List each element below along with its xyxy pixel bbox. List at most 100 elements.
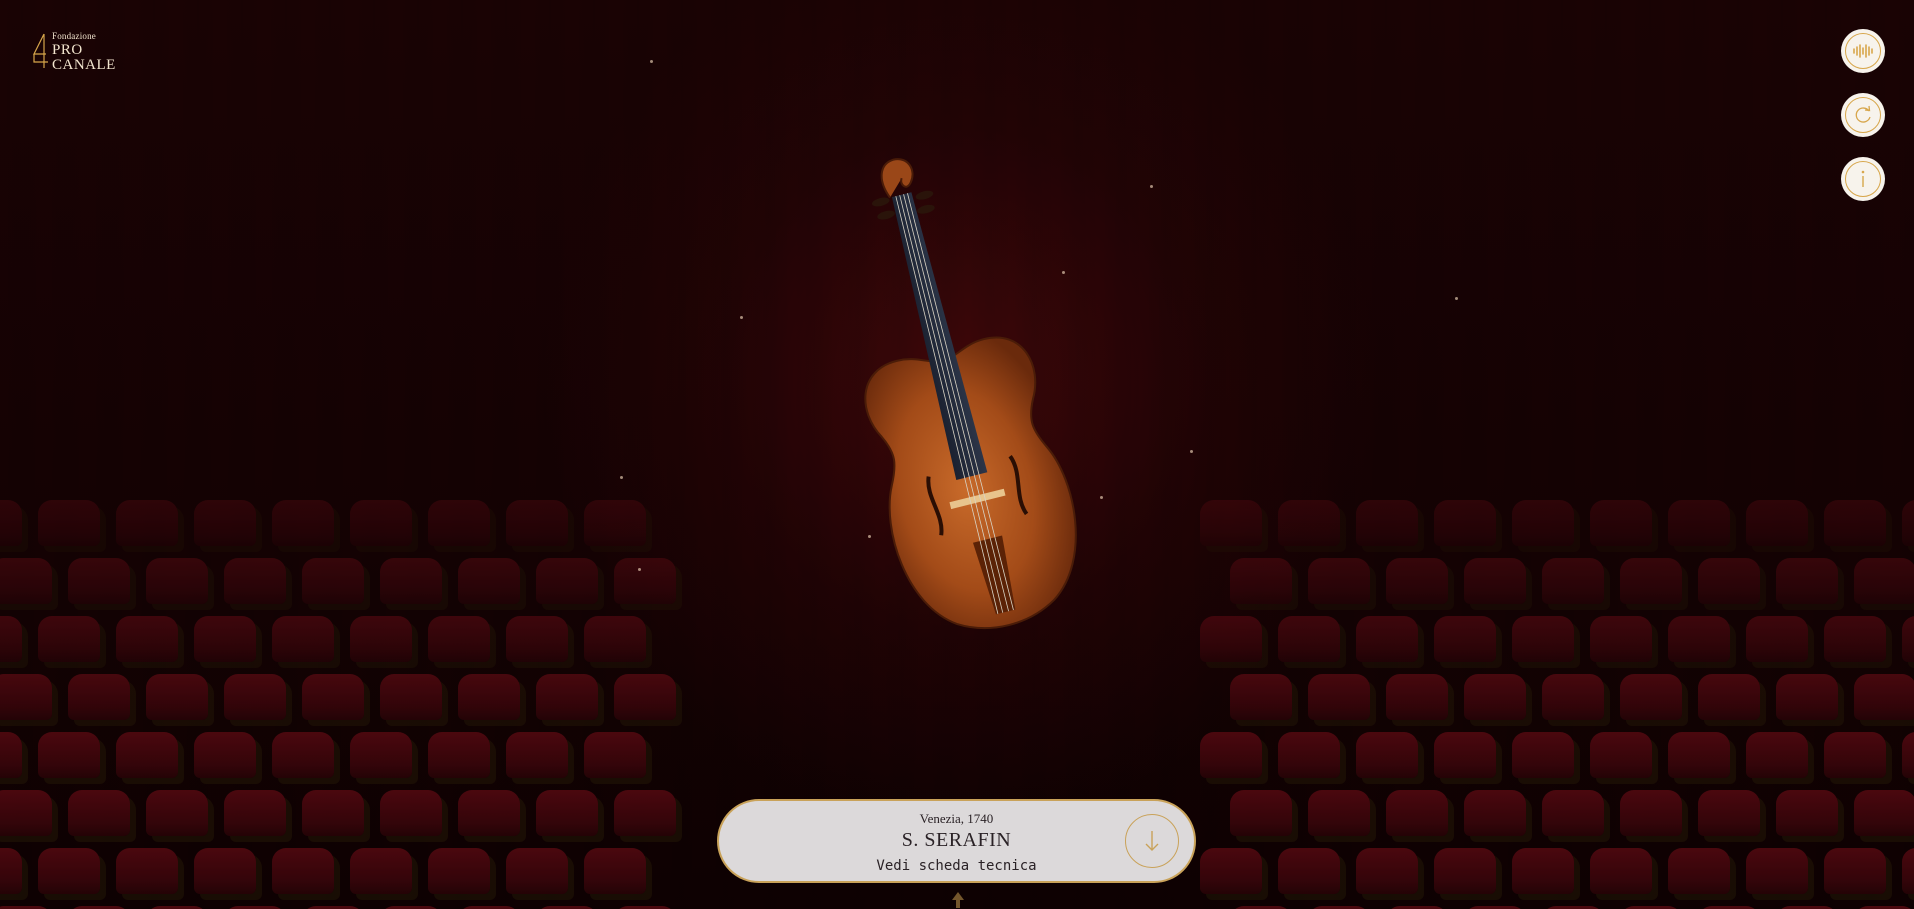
- rotate-icon: [1855, 105, 1871, 123]
- technical-sheet-link[interactable]: Vedi scheda tecnica: [719, 858, 1194, 874]
- info-button[interactable]: [1841, 157, 1885, 201]
- viewer-stage[interactable]: Fondazione PRO CANALE Venezia, 1740 S. S…: [0, 0, 1914, 909]
- sparkle: [1455, 297, 1458, 300]
- theatre-seat: [194, 732, 256, 778]
- theatre-seat: [1512, 848, 1574, 894]
- theatre-seat: [194, 500, 256, 546]
- logo[interactable]: Fondazione PRO CANALE: [30, 32, 116, 73]
- theatre-seat: [506, 616, 568, 662]
- theatre-seat: [614, 790, 676, 836]
- theatre-seat: [38, 616, 100, 662]
- theatre-seat: [1308, 674, 1370, 720]
- theatre-seat: [1434, 848, 1496, 894]
- theatre-seat: [350, 732, 412, 778]
- theatre-seat: [224, 674, 286, 720]
- theatre-seat: [116, 616, 178, 662]
- sparkle: [650, 60, 653, 63]
- audio-wave-icon: [1853, 44, 1873, 58]
- sparkle: [1150, 185, 1153, 188]
- theatre-seat: [0, 790, 52, 836]
- theatre-seat: [1278, 732, 1340, 778]
- theatre-seat: [428, 616, 490, 662]
- theatre-seat: [1308, 558, 1370, 604]
- theatre-seat: [1854, 558, 1914, 604]
- theatre-seat: [68, 790, 130, 836]
- theatre-seat: [536, 674, 598, 720]
- theatre-seat: [194, 616, 256, 662]
- theatre-seat: [0, 616, 22, 662]
- theatre-seat: [506, 848, 568, 894]
- theatre-seat: [1620, 790, 1682, 836]
- theatre-seat: [536, 790, 598, 836]
- theatre-seat: [458, 790, 520, 836]
- theatre-seat: [1278, 500, 1340, 546]
- theatre-seat: [1434, 732, 1496, 778]
- theatre-seat: [1230, 558, 1292, 604]
- theatre-seat: [116, 732, 178, 778]
- theatre-seat: [428, 848, 490, 894]
- theatre-seat: [584, 616, 646, 662]
- theatre-seat: [0, 558, 52, 604]
- instrument-place-year: Venezia, 1740: [919, 811, 994, 826]
- rotate-button[interactable]: [1841, 93, 1885, 137]
- theatre-seat: [1512, 616, 1574, 662]
- theatre-seat: [1542, 558, 1604, 604]
- theatre-seat: [1824, 500, 1886, 546]
- theatre-seat: [1200, 732, 1262, 778]
- theatre-seat: [1512, 732, 1574, 778]
- theatre-seat: [1620, 674, 1682, 720]
- theatre-seat: [1200, 500, 1262, 546]
- instrument-card[interactable]: Venezia, 1740 S. SERAFIN Vedi scheda tec…: [717, 799, 1196, 883]
- theatre-seat: [1746, 732, 1808, 778]
- theatre-seat: [584, 500, 646, 546]
- theatre-seat: [614, 674, 676, 720]
- theatre-seat: [1668, 732, 1730, 778]
- theatre-seat: [0, 500, 22, 546]
- theatre-seat: [116, 500, 178, 546]
- theatre-seat: [1434, 500, 1496, 546]
- theatre-seat: [302, 674, 364, 720]
- theatre-seat: [428, 500, 490, 546]
- theatre-seat: [1356, 616, 1418, 662]
- theatre-seat: [1746, 848, 1808, 894]
- theatre-seat: [458, 558, 520, 604]
- theatre-seat: [1854, 674, 1914, 720]
- theatre-seat: [38, 732, 100, 778]
- theatre-seat: [224, 558, 286, 604]
- theatre-seat: [1902, 500, 1914, 546]
- theatre-seat: [1824, 732, 1886, 778]
- theatre-seat: [1590, 616, 1652, 662]
- theatre-seat: [1464, 674, 1526, 720]
- theatre-seat: [1386, 674, 1448, 720]
- theatre-seat: [1542, 790, 1604, 836]
- theatre-seat: [1512, 500, 1574, 546]
- theatre-seat: [614, 558, 676, 604]
- theatre-seat: [1356, 732, 1418, 778]
- theatre-seat: [1386, 558, 1448, 604]
- logo-line-2: CANALE: [52, 57, 116, 73]
- arrow-down-icon: [1145, 831, 1159, 851]
- audio-button[interactable]: [1841, 29, 1885, 73]
- theatre-seat: [1356, 500, 1418, 546]
- theatre-seat: [1278, 848, 1340, 894]
- theatre-seat: [272, 848, 334, 894]
- theatre-seat: [1902, 616, 1914, 662]
- sparkle: [740, 316, 743, 319]
- theatre-seat: [1854, 790, 1914, 836]
- logo-small-text: Fondazione: [52, 31, 96, 41]
- theatre-seat: [116, 848, 178, 894]
- theatre-seat: [272, 500, 334, 546]
- theatre-seat: [1200, 848, 1262, 894]
- theatre-seat: [1308, 790, 1370, 836]
- theatre-seat: [1464, 558, 1526, 604]
- theatre-seat: [380, 674, 442, 720]
- theatre-seat: [1668, 848, 1730, 894]
- theatre-seat: [1824, 616, 1886, 662]
- theatre-seat: [38, 848, 100, 894]
- theatre-seat: [224, 790, 286, 836]
- theatre-seat: [1824, 848, 1886, 894]
- theatre-seat: [146, 558, 208, 604]
- theatre-seat: [38, 500, 100, 546]
- violin-3d-model[interactable]: [820, 150, 1080, 710]
- scroll-down-button[interactable]: [1125, 814, 1179, 868]
